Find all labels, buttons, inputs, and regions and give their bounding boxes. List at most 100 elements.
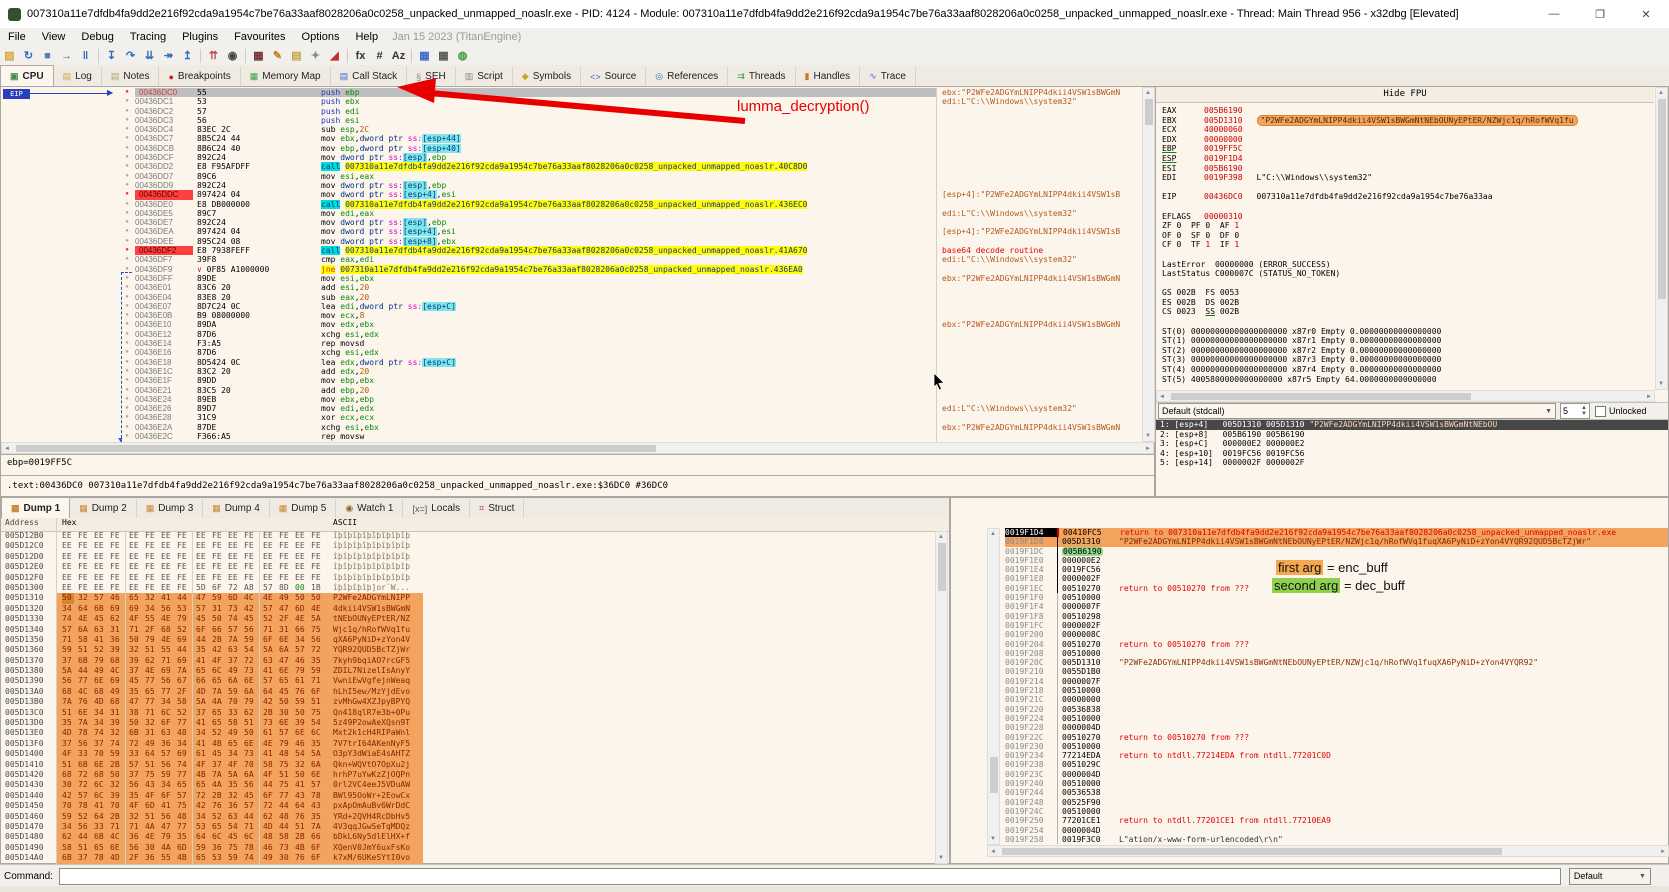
disasm-row[interactable]: ●00436E0BB9 08000000mov ecx,8 bbox=[1, 311, 1141, 320]
disasm-row[interactable]: ●00436E078D7C24 0Clea edi,dword ptr ss:[… bbox=[1, 302, 1141, 311]
disasm-row[interactable]: ●00436DC78B5C24 44mov ebx,dword ptr ss:[… bbox=[1, 134, 1141, 143]
argument-row[interactable]: 5: [esp+14] 0000002F 0000002F bbox=[1156, 458, 1668, 468]
argument-row[interactable]: 1: [esp+4] 005D1310 005D1310 "P2WFe2ADGY… bbox=[1156, 420, 1668, 430]
attach-icon[interactable]: ◉ bbox=[223, 47, 242, 64]
tab-call-stack[interactable]: ▤Call Stack bbox=[331, 67, 408, 86]
dump-row[interactable]: 005D1310503257466532414447596D4C4E495050… bbox=[1, 593, 935, 603]
disasm-row[interactable]: ●00436E2CF366:A5rep movsw bbox=[1, 432, 1141, 441]
disassembly-vertical-scrollbar[interactable]: ▲ ▼ bbox=[1142, 87, 1155, 442]
dump-row[interactable]: 005D132034646B69693456535731734257476D4E… bbox=[1, 604, 935, 614]
dump-row[interactable]: 005D1300EEFEEEFEEEFEEEFE5D6F72A8578D001B… bbox=[1, 583, 935, 593]
instruction-dot-icon[interactable]: ● bbox=[119, 237, 135, 246]
stack-row[interactable]: 0019F24C00510000 bbox=[1005, 807, 1668, 816]
disasm-row[interactable]: ●00436E188D5424 0Clea edx,dword ptr ss:[… bbox=[1, 358, 1141, 367]
disasm-row[interactable]: ●00436E1089DAmov edx,ebxebx:"P2WFe2ADGYm… bbox=[1, 320, 1141, 329]
dump-tab-dump-4[interactable]: ▦Dump 4 bbox=[203, 499, 270, 518]
disasm-row[interactable]: ●00436DE589C7mov edi,eaxedi:L"C:\\Window… bbox=[1, 209, 1141, 218]
stack-row[interactable]: 0019F2000000008C bbox=[1005, 630, 1668, 639]
disasm-row[interactable]: ●00436DD9892C24mov dword ptr ss:[esp],eb… bbox=[1, 181, 1141, 190]
menu-item-options[interactable]: Options bbox=[294, 31, 348, 43]
dump-row[interactable]: 005D12B0EEFEEEFEEEFEEEFEEEFEEEFEEEFEEEFE… bbox=[1, 531, 935, 541]
disasm-row[interactable]: ●00436DEE895C24 08mov dword ptr ss:[esp+… bbox=[1, 237, 1141, 246]
instruction-dot-icon[interactable]: ● bbox=[119, 255, 135, 264]
stop-icon[interactable]: ■ bbox=[38, 47, 57, 64]
dump-row[interactable]: 005D143030726C3256433465654A355644754157… bbox=[1, 780, 935, 790]
dump-row[interactable]: 005D13805A44494C374E697A656C4973416E7959… bbox=[1, 666, 935, 676]
disassembly-rows[interactable]: ●00436DC055push ebpebx:"P2WFe2ADGYmLNIPP… bbox=[1, 88, 1141, 442]
command-mode-select[interactable]: Default ▼ bbox=[1569, 868, 1651, 885]
tab-references[interactable]: ◎References bbox=[646, 67, 728, 86]
disasm-row[interactable]: ●00436DF739F8cmp eax,ediedi:L"C:\\Window… bbox=[1, 255, 1141, 264]
argument-row[interactable]: 2: [esp+8] 005B6190 005B6190 bbox=[1156, 430, 1668, 440]
run-icon[interactable]: → bbox=[57, 47, 76, 64]
open-file-icon[interactable]: ▨ bbox=[0, 47, 19, 64]
dump-row[interactable]: 005D13E04D7874326B3163483452495061576E6C… bbox=[1, 728, 935, 738]
stack-row[interactable]: 0019F21C00000000 bbox=[1005, 695, 1668, 704]
disasm-row[interactable]: ●00436E0183C6 20add esi,20 bbox=[1, 283, 1141, 292]
pause-icon[interactable]: ‖ bbox=[76, 47, 95, 64]
instruction-dot-icon[interactable]: ● bbox=[119, 172, 135, 181]
dump-row[interactable]: 005D12E0EEFEEEFEEEFEEEFEEEFEEEFEEEFEEEFE… bbox=[1, 562, 935, 572]
close-button[interactable]: ✕ bbox=[1623, 1, 1669, 28]
restart-icon[interactable]: ↻ bbox=[19, 47, 38, 64]
disasm-row[interactable]: ●00436DC055push ebpebx:"P2WFe2ADGYmLNIPP… bbox=[1, 88, 1141, 97]
dump-row[interactable]: 005D1330744E45624F554E7945507445522F4E5A… bbox=[1, 614, 935, 624]
argument-row[interactable]: 3: [esp+C] 000000E2 000000E2 bbox=[1156, 439, 1668, 449]
tab-memory-map[interactable]: ▦Memory Map bbox=[241, 67, 331, 86]
tab-source[interactable]: <>Source bbox=[581, 67, 646, 86]
disasm-row[interactable]: ●00436DD2E8 F95AFDFFcall 007310a11e7dfdb… bbox=[1, 162, 1141, 171]
tab-handles[interactable]: ▮Handles bbox=[796, 67, 861, 86]
argument-row[interactable]: 4: [esp+10] 0019FC56 0019FC56 bbox=[1156, 449, 1668, 459]
instruction-dot-icon[interactable]: ● bbox=[119, 209, 135, 218]
stack-row[interactable]: 0019F1FC0000002F bbox=[1005, 621, 1668, 630]
dump-tab-dump-1[interactable]: ▦Dump 1 bbox=[1, 497, 70, 518]
instruction-dot-icon[interactable]: ● bbox=[119, 162, 135, 171]
command-input[interactable] bbox=[59, 868, 1561, 885]
animate-over-icon[interactable]: ↠ bbox=[159, 47, 178, 64]
menu-item-debug[interactable]: Debug bbox=[73, 31, 121, 43]
disasm-row[interactable]: ●00436E1287D6xchg esi,edx bbox=[1, 330, 1141, 339]
run-to-user-code-icon[interactable]: ⇈ bbox=[204, 47, 223, 64]
dump-row[interactable]: 005D1450707841704F6D41754276365772446443… bbox=[1, 801, 935, 811]
registers-vertical-scrollbar[interactable]: ▲ ▼ bbox=[1655, 87, 1668, 390]
breakpoint-icon[interactable]: ● bbox=[119, 88, 135, 97]
disasm-row[interactable]: ●00436DD789C6mov esi,eax bbox=[1, 172, 1141, 181]
patch-icon[interactable]: ▦ bbox=[249, 47, 268, 64]
tab-threads[interactable]: ⇉Threads bbox=[728, 67, 795, 86]
instruction-dot-icon[interactable]: ● bbox=[119, 125, 135, 134]
tab-script[interactable]: ▥Script bbox=[456, 67, 513, 86]
dump-row[interactable]: 005D12F0EEFEEEFEEEFEEEFEEEFEEEFEEEFEEEFE… bbox=[1, 573, 935, 583]
stack-row[interactable]: 0019F2140000007F bbox=[1005, 677, 1668, 686]
dump-tab-watch-1[interactable]: ◉Watch 1 bbox=[336, 499, 403, 518]
unlocked-checkbox[interactable]: Unlocked bbox=[1595, 406, 1647, 417]
disasm-row[interactable]: ●00436E2831C9xor ecx,ecx bbox=[1, 413, 1141, 422]
menu-item-help[interactable]: Help bbox=[347, 31, 386, 43]
minimize-button[interactable]: — bbox=[1531, 1, 1577, 28]
stack-row[interactable]: 0019F2100055D1B0 bbox=[1005, 667, 1668, 676]
step-into-icon[interactable]: ↧ bbox=[102, 47, 121, 64]
dump-row[interactable]: 005D13D0357A343950326F7741655851736E3954… bbox=[1, 718, 935, 728]
disasm-row[interactable]: ●00436DC257push edi bbox=[1, 107, 1141, 116]
disasm-row[interactable]: ●00436DC356push esi bbox=[1, 116, 1141, 125]
dump-tab-dump-2[interactable]: ▦Dump 2 bbox=[70, 499, 137, 518]
menu-item-view[interactable]: View bbox=[34, 31, 74, 43]
maximize-button[interactable]: ❐ bbox=[1577, 1, 1623, 28]
hash-icon[interactable]: # bbox=[370, 47, 389, 64]
tab-trace[interactable]: ∿Trace bbox=[860, 67, 916, 86]
tab-notes[interactable]: ▤Notes bbox=[102, 67, 160, 86]
stack-row[interactable]: 0019F23C0000004D bbox=[1005, 770, 1668, 779]
font-icon[interactable]: Az bbox=[389, 47, 408, 64]
stack-row[interactable]: 0019F2380051029C bbox=[1005, 760, 1668, 769]
disasm-row[interactable]: ●00436DF9∨ 0F85 A1000000jne 007310a11e7d… bbox=[1, 265, 1141, 274]
disasm-row[interactable]: ●00436DC483EC 2Csub esp,2C bbox=[1, 125, 1141, 134]
stack-row[interactable]: 0019F22C00510270return to 00510270 from … bbox=[1005, 733, 1668, 742]
dump-row[interactable]: 005D14004F33705933645769614534734148545A… bbox=[1, 749, 935, 759]
disasm-row[interactable]: ●00436E1C83C2 20add edx,20 bbox=[1, 367, 1141, 376]
tab-breakpoints[interactable]: ●Breakpoints bbox=[159, 67, 240, 86]
stack-row[interactable]: 0019F2280000004D bbox=[1005, 723, 1668, 732]
disasm-row[interactable]: ●00436DEA897424 04mov dword ptr ss:[esp+… bbox=[1, 227, 1141, 236]
disasm-row[interactable]: ●00436E1687D6xchg esi,edx bbox=[1, 348, 1141, 357]
stack-row[interactable]: 0019F20800510000 bbox=[1005, 649, 1668, 658]
dump-vertical-scrollbar[interactable]: ▲ ▼ bbox=[935, 531, 948, 864]
disasm-row[interactable]: ●00436E0483E8 20sub eax,20 bbox=[1, 293, 1141, 302]
